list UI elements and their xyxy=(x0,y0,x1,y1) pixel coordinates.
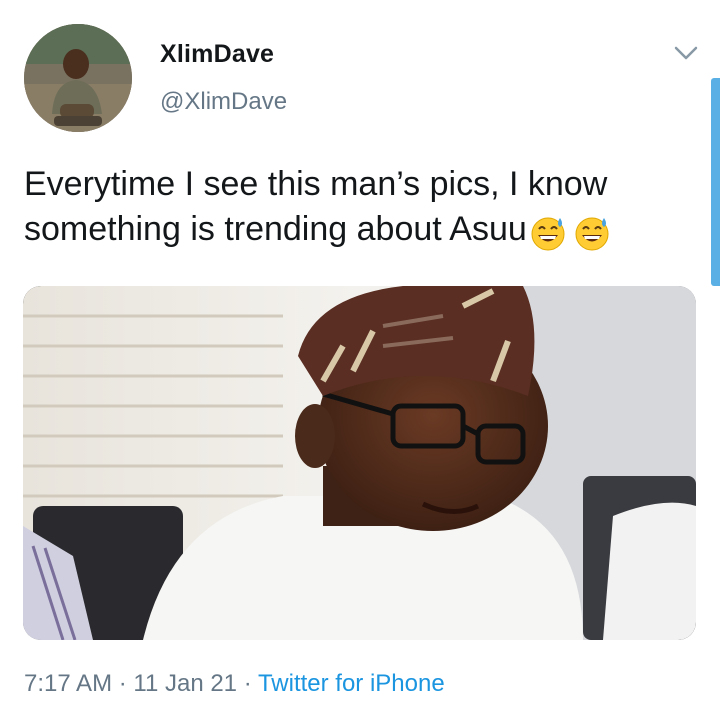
tweet-text-body: Everytime I see this man’s pics, I know … xyxy=(24,165,608,248)
tweet-meta: 7:17 AM · 11 Jan 21 · Twitter for iPhone xyxy=(24,670,445,698)
separator: · xyxy=(112,670,134,697)
tweet-source-link[interactable]: Twitter for iPhone xyxy=(258,670,445,697)
grinning-sweat-emoji xyxy=(575,217,609,251)
tweet-time[interactable]: 7:17 AM xyxy=(24,670,112,697)
grinning-sweat-emoji xyxy=(531,217,565,251)
chevron-down-icon[interactable] xyxy=(672,42,700,64)
user-handle[interactable]: @XlimDave xyxy=(160,88,287,116)
display-name[interactable]: XlimDave xyxy=(160,40,274,69)
tweet-text: Everytime I see this man’s pics, I know … xyxy=(24,162,684,254)
tweet-date[interactable]: 11 Jan 21 xyxy=(133,670,237,697)
scroll-indicator[interactable] xyxy=(711,78,720,286)
tweet-photo[interactable] xyxy=(23,286,696,640)
emoji-group xyxy=(529,209,611,254)
tweet-card: XlimDave @XlimDave Everytime I see this … xyxy=(0,0,720,712)
avatar[interactable] xyxy=(24,24,132,132)
separator: · xyxy=(237,670,258,697)
